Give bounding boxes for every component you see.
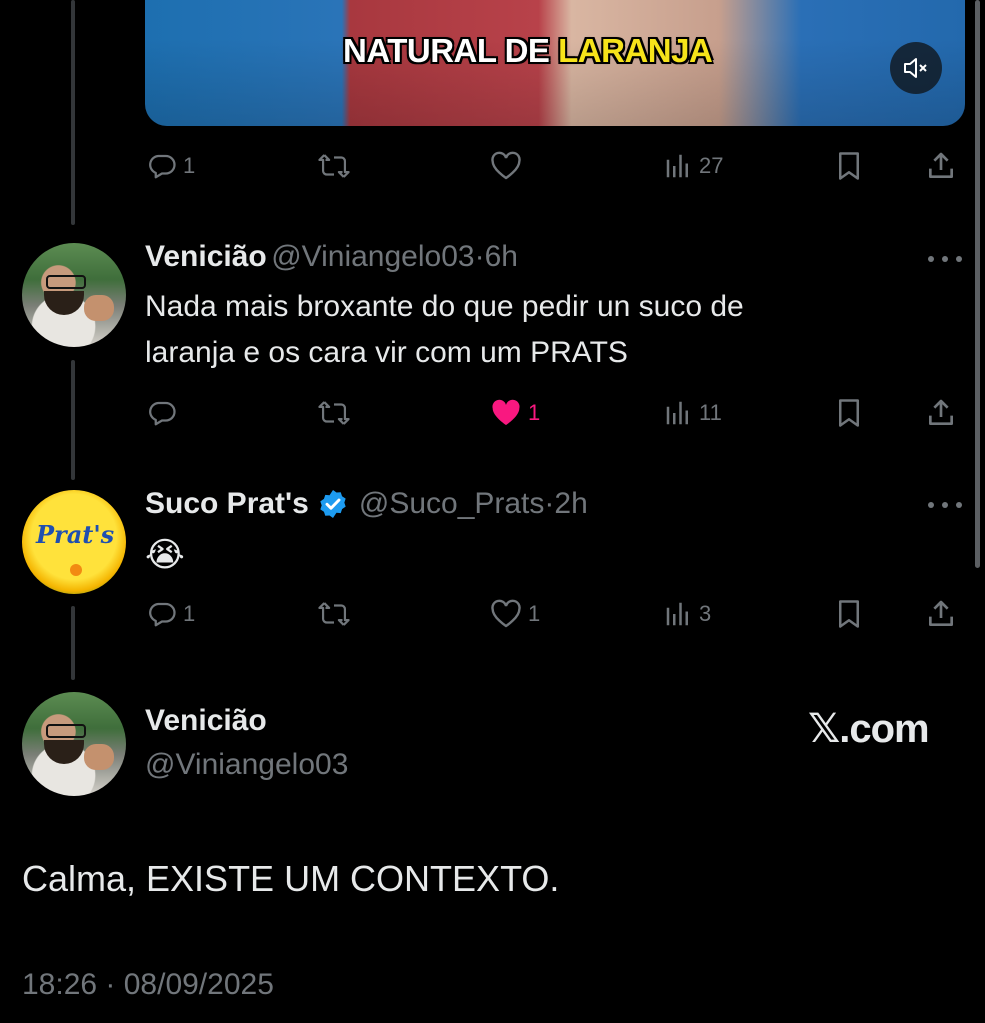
display-name[interactable]: Venicião bbox=[145, 240, 267, 273]
heart-icon bbox=[491, 151, 521, 180]
scrollbar[interactable] bbox=[975, 0, 980, 568]
views-button[interactable]: 27 bbox=[663, 146, 723, 186]
retweet-button[interactable] bbox=[317, 393, 357, 433]
reply-icon bbox=[149, 602, 176, 627]
reply-button[interactable]: 1 bbox=[147, 146, 195, 186]
reply-icon bbox=[149, 154, 176, 179]
bookmark-icon bbox=[839, 600, 859, 628]
display-name[interactable]: Venicião bbox=[145, 704, 267, 738]
retweet-icon bbox=[318, 154, 350, 178]
views-button[interactable]: 11 bbox=[663, 393, 722, 433]
reply-button[interactable] bbox=[147, 393, 183, 433]
reply-button[interactable]: 1 bbox=[147, 594, 195, 634]
verified-badge-icon bbox=[317, 488, 349, 520]
retweet-icon bbox=[318, 602, 350, 626]
share-button[interactable] bbox=[925, 594, 957, 634]
heart-icon bbox=[491, 599, 521, 628]
tweet-actions: 1 11 bbox=[145, 393, 965, 433]
tweet-text: Nada mais broxante do que pedir un suco … bbox=[145, 290, 744, 369]
thread-connector bbox=[71, 360, 75, 480]
more-options-icon[interactable] bbox=[928, 502, 962, 512]
video-media[interactable]: NATURAL DE LARANJA bbox=[145, 0, 965, 126]
video-caption: NATURAL DE LARANJA bbox=[343, 32, 713, 69]
views-icon bbox=[666, 401, 688, 425]
bookmark-button[interactable] bbox=[835, 594, 863, 634]
tweet-actions: 1 1 3 bbox=[145, 594, 965, 634]
handle[interactable]: @Viniangelo03 bbox=[271, 240, 474, 273]
timestamp[interactable]: 2h bbox=[554, 487, 587, 521]
retweet-icon bbox=[318, 401, 350, 425]
handle[interactable]: @Viniangelo03 bbox=[145, 748, 348, 782]
like-button[interactable] bbox=[490, 146, 528, 186]
bookmark-icon bbox=[839, 399, 859, 427]
heart-filled-icon bbox=[492, 399, 520, 425]
thread-connector bbox=[71, 606, 75, 680]
share-button[interactable] bbox=[925, 146, 957, 186]
bookmark-icon bbox=[839, 152, 859, 180]
tweet-header: Venicião @Viniangelo03·6h bbox=[145, 240, 518, 273]
avatar[interactable]: Prat's bbox=[22, 490, 126, 594]
tweet-header: Suco Prat's @Suco_Prats · 2h bbox=[145, 487, 588, 521]
share-icon bbox=[929, 600, 953, 626]
mute-icon[interactable] bbox=[890, 42, 942, 94]
reply-icon bbox=[149, 401, 176, 426]
share-icon bbox=[929, 152, 953, 178]
avatar[interactable] bbox=[22, 243, 126, 347]
retweet-button[interactable] bbox=[317, 594, 357, 634]
like-button[interactable]: 1 bbox=[490, 393, 540, 433]
timestamp[interactable]: 18:26 · 08/09/2025 bbox=[22, 968, 274, 1002]
more-options-icon[interactable] bbox=[928, 256, 962, 266]
views-icon bbox=[666, 154, 688, 178]
display-name[interactable]: Suco Prat's bbox=[145, 487, 309, 521]
tweet-text: 😭 bbox=[145, 536, 185, 574]
prats-logo: Prat's bbox=[36, 520, 115, 549]
thread-connector bbox=[71, 0, 75, 225]
bookmark-button[interactable] bbox=[835, 146, 863, 186]
views-button[interactable]: 3 bbox=[663, 594, 711, 634]
share-icon bbox=[929, 399, 953, 425]
tweet-actions: 1 27 bbox=[145, 146, 965, 186]
timestamp[interactable]: 6h bbox=[485, 240, 518, 273]
x-logo-watermark: 𝕏.com bbox=[808, 707, 930, 751]
bookmark-button[interactable] bbox=[835, 393, 863, 433]
retweet-button[interactable] bbox=[317, 146, 357, 186]
share-button[interactable] bbox=[925, 393, 957, 433]
views-icon bbox=[666, 602, 688, 626]
handle[interactable]: @Suco_Prats bbox=[359, 487, 545, 521]
like-button[interactable]: 1 bbox=[490, 594, 540, 634]
avatar[interactable] bbox=[22, 692, 126, 796]
tweet-text: Calma, EXISTE UM CONTEXTO. bbox=[22, 858, 560, 899]
